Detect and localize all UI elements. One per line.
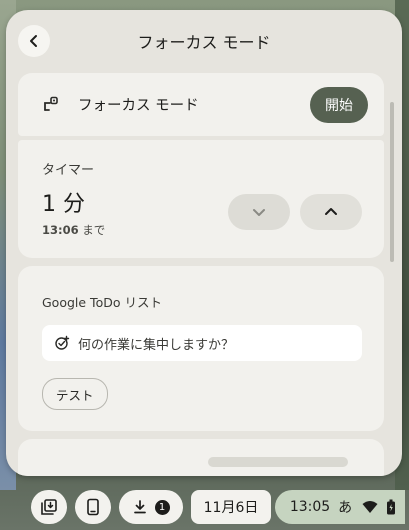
battery-icon — [387, 499, 396, 515]
focus-mode-icon — [44, 96, 58, 111]
download-count-badge: 1 — [154, 499, 170, 515]
chevron-down-icon — [253, 209, 265, 216]
holding-space-icon — [41, 499, 57, 515]
wifi-icon — [362, 501, 378, 513]
phone-icon — [87, 498, 99, 516]
date-tray[interactable]: 11月6日 — [191, 490, 271, 524]
settings-list: フォーカス モード 開始 タイマー 1 分 13:06 まで Google To… — [18, 73, 384, 476]
clock-time: 13:05 — [289, 499, 331, 515]
timer-label: タイマー — [42, 163, 95, 178]
focus-mode-card: フォーカス モード 開始 — [18, 73, 384, 136]
holding-space-button[interactable] — [31, 490, 67, 524]
panel-header: フォーカス モード — [6, 10, 402, 72]
shelf: 1 11月6日 13:05 あ — [0, 484, 409, 530]
date-label: 11月6日 — [203, 500, 259, 516]
decrease-timer-button[interactable] — [228, 194, 290, 230]
page-title: フォーカス モード — [137, 33, 271, 52]
todo-card: Google ToDo リスト 何の作業に集中しますか？ テスト — [18, 266, 384, 431]
timer-value: 1 分 — [42, 192, 85, 217]
ime-indicator: あ — [338, 500, 353, 516]
task-input[interactable]: 何の作業に集中しますか？ — [42, 325, 362, 361]
download-icon — [133, 500, 146, 514]
chevron-up-icon — [325, 208, 337, 215]
focus-mode-label: フォーカス モード — [78, 98, 199, 114]
focus-mode-panel: フォーカス モード フォーカス モード 開始 タイマー 1 分 13:06 まで — [6, 10, 402, 476]
next-card — [18, 439, 384, 476]
timer-end-suffix: まで — [78, 223, 106, 237]
add-task-icon — [55, 335, 70, 350]
downloads-button[interactable]: 1 — [119, 490, 183, 524]
start-button[interactable]: 開始 — [310, 87, 368, 123]
timer-end-clock: 13:06 — [42, 223, 79, 237]
todo-list-title: Google ToDo リスト — [42, 295, 162, 310]
status-area[interactable]: 13:05 あ — [275, 490, 405, 524]
next-card-pill — [208, 457, 348, 467]
scrollbar[interactable] — [390, 102, 394, 262]
timer-card: タイマー 1 分 13:06 まで — [18, 140, 384, 258]
task-input-placeholder: 何の作業に集中しますか？ — [78, 338, 235, 353]
increase-timer-button[interactable] — [300, 194, 362, 230]
timer-end-time: 13:06 まで — [42, 222, 105, 238]
phone-hub-button[interactable] — [75, 490, 111, 524]
task-chip[interactable]: テスト — [42, 378, 108, 410]
